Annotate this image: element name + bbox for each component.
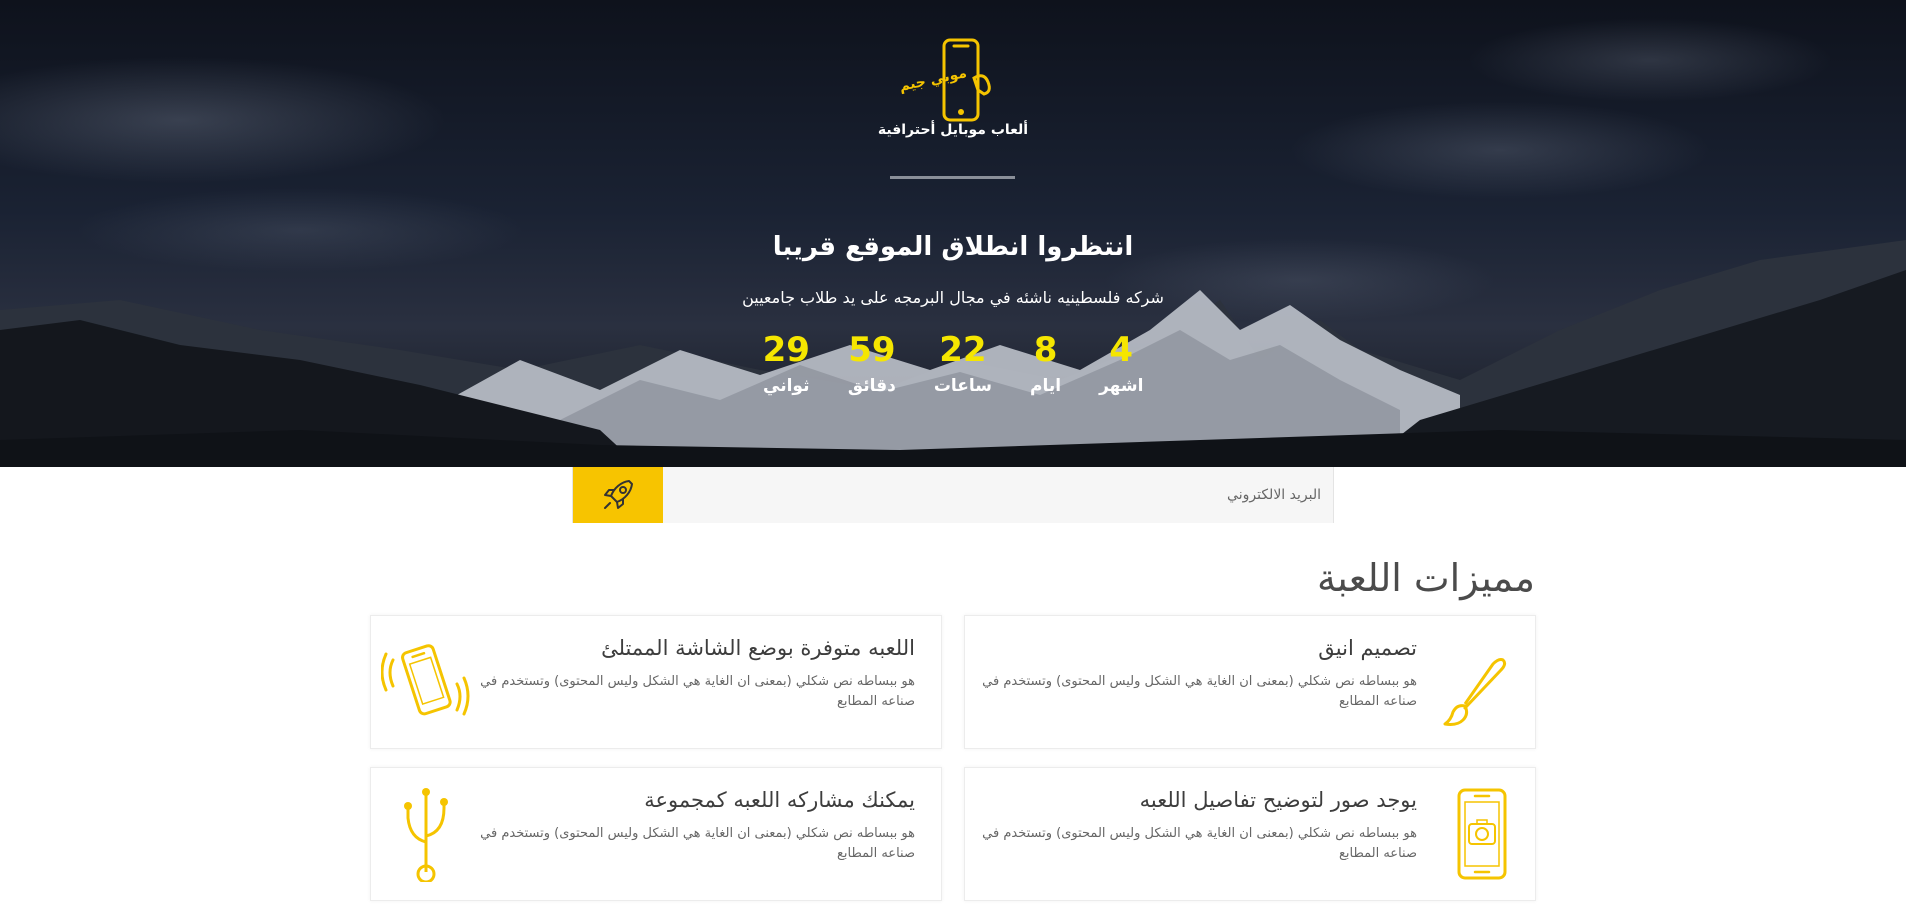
logo-tagline: ألعاب موبايل أحترافية [877, 122, 1029, 138]
countdown-label: ساعات [933, 376, 993, 396]
countdown-label: ايام [1030, 376, 1062, 396]
countdown-value: 4 [1109, 330, 1134, 370]
countdown-value: 22 [939, 330, 987, 370]
page-subtitle: شركه فلسطينيه ناشئه في مجال البرمجه على … [742, 288, 1164, 307]
feature-title: تصميم انيق [1318, 636, 1417, 660]
subscribe-form [572, 467, 1334, 523]
feature-description: هو ببساطه نص شكلي (بمعنى ان الغاية هي ال… [480, 674, 915, 709]
countdown-hours: 22 ساعات [934, 328, 992, 408]
usb-share-icon [404, 788, 448, 882]
countdown-timer: 4 اشهر 8 ايام 22 ساعات 59 دقائق 29 ثواني [753, 328, 1153, 408]
feature-card: تصميم انيق هو ببساطه نص شكلي (بمعنى ان ا… [964, 615, 1536, 749]
vibrating-phone-icon [381, 644, 470, 716]
feature-title: يوجد صور لتوضيح تفاصيل اللعبه [1139, 788, 1417, 812]
countdown-label: دقائق [847, 376, 896, 396]
feature-title: اللعبه متوفرة بوضع الشاشة الممتلئ [601, 636, 915, 660]
feature-description: هو ببساطه نص شكلي (بمعنى ان الغاية هي ال… [982, 826, 1417, 861]
feature-card: يمكنك مشاركه اللعبه كمجموعة هو ببساطه نص… [370, 767, 942, 901]
countdown-value: 29 [762, 330, 810, 370]
countdown-months: 4 اشهر [1099, 328, 1143, 408]
feature-description: هو ببساطه نص شكلي (بمعنى ان الغاية هي ال… [982, 674, 1417, 709]
countdown-label: اشهر [1099, 376, 1144, 396]
feature-title: يمكنك مشاركه اللعبه كمجموعة [644, 788, 915, 812]
countdown-value: 8 [1033, 330, 1058, 370]
email-input[interactable] [663, 467, 1333, 523]
page-title: انتظروا انطلاق الموقع قريبا [772, 232, 1134, 262]
countdown-value: 59 [848, 330, 896, 370]
subscribe-button[interactable] [573, 467, 663, 523]
countdown-label: ثواني [763, 376, 810, 396]
rocket-icon [604, 480, 633, 509]
paintbrush-icon [1443, 658, 1507, 726]
feature-card: يوجد صور لتوضيح تفاصيل اللعبه هو ببساطه … [964, 767, 1536, 901]
phone-camera-icon [1457, 788, 1507, 880]
feature-card: اللعبه متوفرة بوضع الشاشة الممتلئ هو ببس… [370, 615, 942, 749]
hero-section: موبي جيم ألعاب موبايل أحترافية انتظروا ا… [0, 0, 1906, 467]
countdown-seconds: 29 ثواني [763, 328, 810, 408]
divider [890, 176, 1015, 179]
countdown-days: 8 ايام [1030, 328, 1061, 408]
feature-description: هو ببساطه نص شكلي (بمعنى ان الغاية هي ال… [480, 826, 915, 861]
countdown-minutes: 59 دقائق [848, 328, 896, 408]
features-heading: مميزات اللعبة [1316, 556, 1535, 600]
